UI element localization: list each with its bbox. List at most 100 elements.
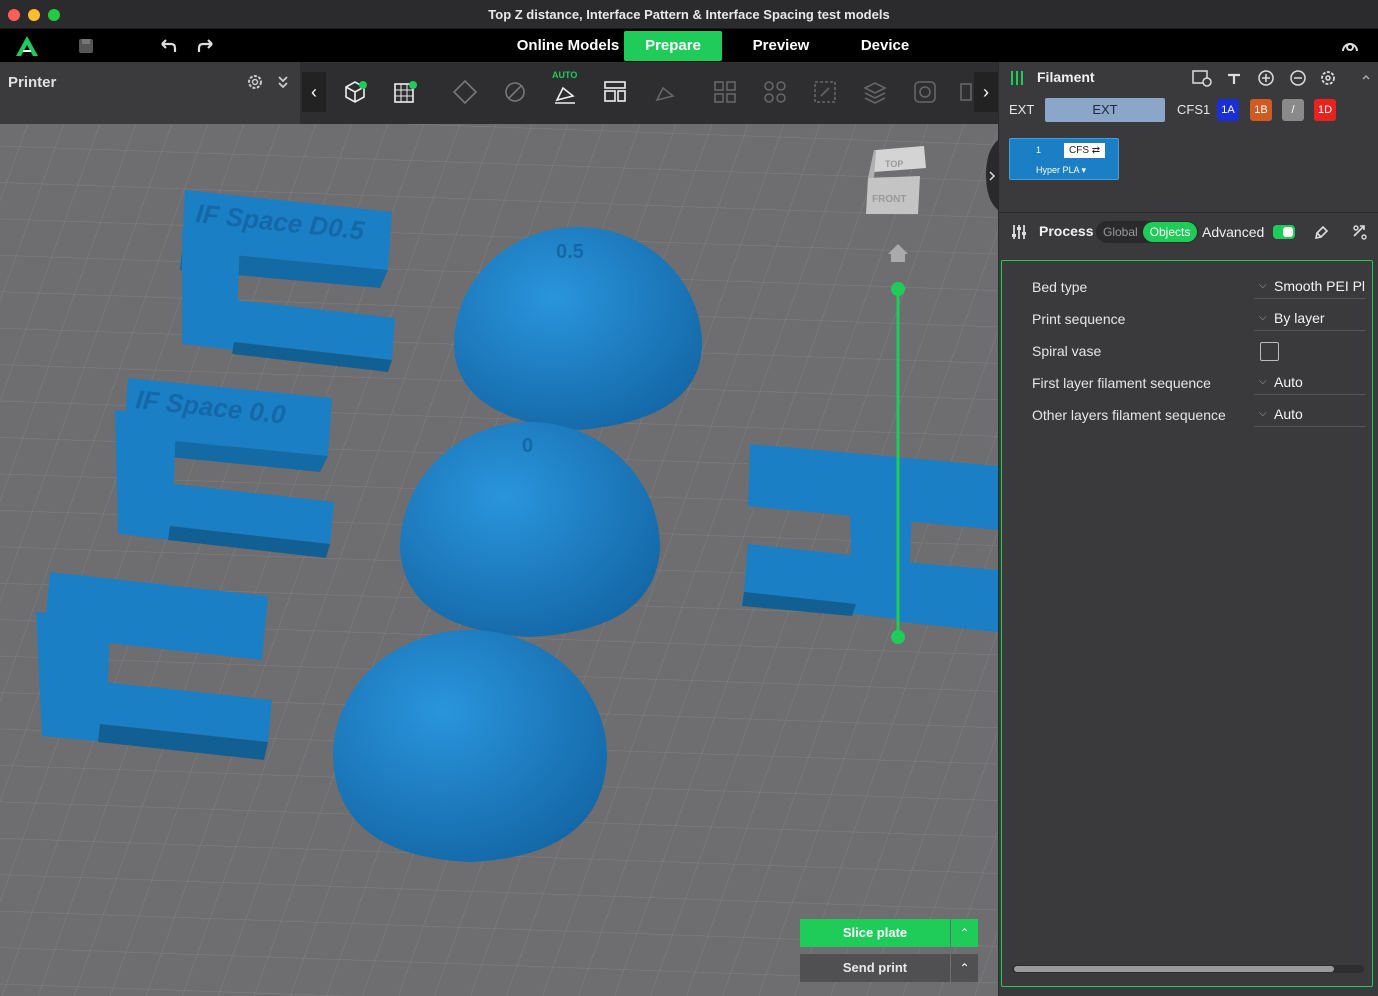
process-preset-icon[interactable] [1313, 223, 1331, 241]
user-account-icon[interactable] [1340, 36, 1360, 56]
filament-slot-1b[interactable]: 1B [1250, 99, 1272, 121]
filament-slot-card[interactable]: 1 CFS ⇄ Hyper PLA ▾ [1009, 138, 1119, 180]
tab-device[interactable]: Device [850, 31, 920, 61]
filament-slot-1a[interactable]: 1A [1217, 99, 1239, 121]
horizontal-scrollbar[interactable] [1012, 965, 1364, 973]
bed-type-label: Bed type [1032, 279, 1088, 295]
printer-settings-gear-icon[interactable] [246, 73, 264, 91]
global-objects-toggle[interactable]: Global Objects [1096, 221, 1198, 243]
first-layer-sequence-label: First layer filament sequence [1032, 375, 1211, 391]
save-icon[interactable] [76, 36, 96, 56]
remove-filament-icon[interactable] [1289, 69, 1307, 87]
cfs-label: CFS1 [1177, 102, 1211, 117]
chevron-down-icon: ⌵ [1259, 280, 1267, 291]
spiral-vase-label: Spiral vase [1032, 343, 1102, 359]
ams-settings-icon[interactable] [1191, 68, 1213, 88]
collapse-filament-icon[interactable] [1361, 72, 1371, 82]
process-sliders-icon [1012, 225, 1026, 239]
filament-title: Filament [1037, 69, 1095, 85]
other-layers-sequence-label: Other layers filament sequence [1032, 407, 1226, 423]
undo-icon[interactable] [158, 36, 178, 56]
chevron-down-icon: ⌵ [1259, 312, 1267, 323]
view-cube[interactable]: TOP FRONT [866, 146, 926, 214]
ext-label: EXT [1009, 102, 1035, 117]
print-sequence-label: Print sequence [1032, 311, 1126, 327]
filament-settings-gear-icon[interactable] [1319, 69, 1337, 87]
advanced-label: Advanced [1202, 224, 1265, 240]
redo-icon[interactable] [196, 36, 216, 56]
advanced-toggle-knob [1283, 227, 1293, 237]
process-settings-panel: Bed type ⌵ Smooth PEI Pl. Print sequence… [1001, 260, 1373, 987]
layer-slider-bottom-handle[interactable] [891, 630, 905, 644]
toggle-objects[interactable]: Objects [1143, 222, 1197, 242]
filament-spool-icon [1011, 71, 1023, 85]
bed-type-value: Smooth PEI Pl. [1274, 278, 1366, 294]
filament-slot-1c[interactable]: / [1282, 99, 1304, 121]
process-header: Process Global Objects Advanced [999, 216, 1378, 248]
title-bar: Top Z distance, Interface Pattern & Inte… [0, 0, 1378, 29]
dome-2-label: 0 [522, 435, 533, 457]
app-logo-icon[interactable] [14, 34, 40, 58]
collapse-chevron-icon[interactable] [276, 74, 290, 90]
chevron-down-icon: ⌵ [1259, 376, 1267, 387]
scale-icon[interactable] [806, 72, 844, 112]
print-sequence-select[interactable]: ⌵ By layer [1254, 305, 1366, 331]
slice-options-chevron-icon[interactable]: ⌃ [951, 919, 978, 947]
viewport-toolbar: ‹ AUTO › [300, 62, 998, 124]
tab-preview[interactable]: Preview [740, 31, 822, 61]
build-plate-scene[interactable]: IF Space D0.5 IF Space 0.0 0.5 0 TOP FRO… [0, 124, 998, 996]
toggle-global[interactable]: Global [1103, 225, 1138, 239]
filament-slot-1d[interactable]: 1D [1314, 99, 1336, 121]
split-to-objects-icon[interactable] [706, 72, 744, 112]
print-sequence-value: By layer [1274, 310, 1325, 326]
orient-icon[interactable] [446, 72, 484, 112]
slot-cfs-tag[interactable]: CFS ⇄ [1064, 143, 1106, 158]
ext-spool-button[interactable]: EXT [1045, 98, 1165, 122]
tab-prepare[interactable]: Prepare [624, 31, 722, 61]
first-layer-sequence-select[interactable]: ⌵ Auto [1254, 369, 1366, 395]
dome-1-label: 0.5 [556, 241, 584, 263]
printer-label: Printer [8, 74, 57, 91]
more-tools-icon[interactable] [956, 72, 976, 112]
advanced-toggle[interactable] [1273, 225, 1295, 239]
bed-type-select[interactable]: ⌵ Smooth PEI Pl. [1254, 273, 1366, 299]
compare-presets-icon[interactable] [1351, 223, 1369, 241]
auto-arrange-icon[interactable]: AUTO [546, 70, 584, 112]
sync-filament-icon[interactable] [1225, 69, 1243, 87]
filament-header: Filament [999, 62, 1378, 94]
scrollbar-thumb[interactable] [1014, 966, 1334, 972]
other-layers-sequence-value: Auto [1274, 406, 1303, 422]
view-cube-front: FRONT [872, 194, 906, 205]
arrange-icon[interactable] [596, 72, 634, 112]
add-plate-icon[interactable] [386, 72, 424, 112]
main-menubar: Online Models Prepare Preview Device [0, 29, 1378, 62]
section-divider [999, 212, 1378, 213]
send-options-chevron-icon[interactable]: ⌃ [951, 954, 978, 982]
split-icon[interactable] [646, 72, 684, 112]
toolbar-scroll-left-icon[interactable]: ‹ [302, 72, 326, 112]
3d-viewport[interactable]: IF Space D0.5 IF Space 0.0 0.5 0 TOP FRO… [0, 124, 998, 996]
auto-tag: AUTO [552, 70, 578, 80]
slice-plate-button[interactable]: Slice plate [800, 919, 950, 947]
view-cube-top: TOP [885, 159, 903, 169]
tab-online-models[interactable]: Online Models [512, 31, 624, 61]
window-title: Top Z distance, Interface Pattern & Inte… [488, 7, 890, 22]
layer-slider-top-handle[interactable] [891, 282, 905, 296]
process-title: Process [1039, 223, 1094, 239]
auto-orient-icon[interactable] [496, 72, 534, 112]
add-object-icon[interactable] [336, 72, 374, 112]
add-filament-icon[interactable] [1257, 69, 1275, 87]
printer-section: Printer [0, 62, 300, 124]
support-paint-icon[interactable] [906, 72, 944, 112]
layers-icon[interactable] [856, 72, 894, 112]
settings-sidebar: Filament EXT EXT CFS1 1A 1B / 1D 1 CFS ⇄… [998, 62, 1378, 996]
slot-index: 1 [1036, 145, 1042, 155]
other-layers-sequence-select[interactable]: ⌵ Auto [1254, 401, 1366, 427]
split-to-parts-icon[interactable] [756, 72, 794, 112]
chevron-down-icon: ⌵ [1259, 408, 1267, 419]
send-print-button[interactable]: Send print [800, 954, 950, 982]
spiral-vase-checkbox[interactable] [1260, 342, 1279, 361]
first-layer-sequence-value: Auto [1274, 374, 1303, 390]
toolbar-scroll-right-icon[interactable]: › [974, 72, 998, 112]
slot-material-dropdown[interactable]: Hyper PLA ▾ [1036, 165, 1086, 176]
